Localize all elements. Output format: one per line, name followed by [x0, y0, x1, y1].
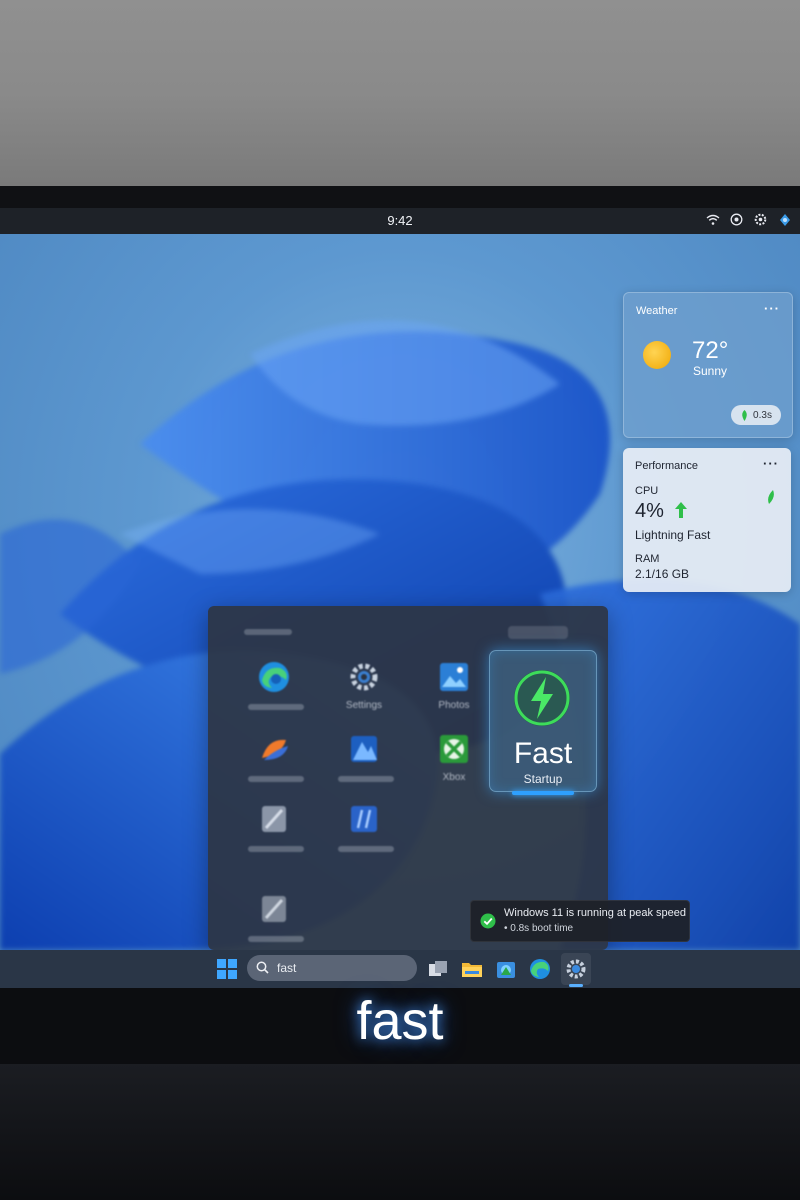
active-app-indicator — [569, 984, 583, 987]
toast-notification[interactable]: Windows 11 is running at peak speed • 0.… — [470, 900, 690, 942]
edge-icon[interactable] — [528, 957, 552, 981]
app-tile[interactable] — [234, 802, 306, 864]
toast-detail: • 0.8s boot time — [504, 923, 574, 934]
search-text: fast — [277, 961, 297, 975]
weather-title: Weather — [636, 305, 678, 317]
performance-title: Performance — [635, 460, 698, 472]
settings-gear-icon — [350, 663, 378, 691]
fast-tile-progress — [512, 791, 574, 795]
photos-icon — [440, 663, 468, 691]
caption-text: fast — [356, 991, 444, 1051]
leaf-icon — [768, 490, 774, 504]
app-tile-settings[interactable]: Settings — [324, 660, 396, 722]
weather-more-button[interactable]: ··· — [764, 301, 780, 316]
gear-icon[interactable] — [753, 212, 768, 227]
app-label-settings: Settings — [345, 700, 383, 711]
app-tile-xbox[interactable]: Xbox — [414, 732, 486, 794]
app-tile[interactable] — [234, 732, 306, 794]
app-label-placeholder — [248, 936, 304, 942]
app-label-placeholder — [248, 704, 304, 710]
search-icon — [256, 961, 269, 974]
notification-icon[interactable] — [777, 212, 792, 227]
ram-value: 2.1/16 GB — [635, 567, 690, 581]
lightning-bolt-icon — [514, 670, 570, 726]
ram-label: RAM — [635, 553, 660, 565]
app-tile[interactable] — [234, 892, 306, 954]
fast-tile-title: Fast — [513, 737, 573, 770]
weather-condition: Sunny — [693, 364, 728, 378]
app-icon — [351, 806, 377, 832]
performance-widget[interactable]: Performance ··· CPU 4% Lightning Fast RA… — [623, 448, 791, 592]
app-icon — [262, 896, 286, 922]
file-explorer-icon[interactable] — [460, 957, 484, 981]
taskbar: fast — [0, 950, 800, 988]
cpu-value: 4% — [635, 500, 664, 522]
app-icon — [262, 739, 288, 760]
xbox-icon — [440, 735, 468, 763]
weather-temperature: 72° — [692, 337, 729, 364]
weather-widget[interactable]: Weather ··· 72° Sunny 0.3s — [623, 292, 793, 438]
top-status-bar: 9:42 — [0, 208, 800, 234]
performance-more-button[interactable]: ··· — [763, 456, 779, 471]
app-label-placeholder — [248, 776, 304, 782]
sun-icon — [643, 341, 671, 369]
app-icon — [262, 806, 286, 832]
app-label-placeholder — [248, 846, 304, 852]
performance-status: Lightning Fast — [635, 528, 711, 542]
pinned-header — [244, 629, 292, 635]
system-tray — [705, 212, 792, 227]
task-view-icon[interactable] — [426, 957, 450, 981]
weather-badge-text: 0.3s — [753, 409, 772, 421]
clock: 9:42 — [387, 213, 413, 228]
arrow-up-icon — [675, 502, 687, 518]
app-label-xbox: Xbox — [442, 772, 466, 783]
store-icon[interactable] — [494, 957, 518, 981]
check-circle-icon — [480, 913, 496, 929]
wall-background — [0, 0, 800, 186]
edge-icon — [259, 662, 289, 692]
taskbar-search-box[interactable]: fast — [247, 955, 417, 981]
wifi-icon[interactable] — [705, 212, 720, 227]
cpu-label: CPU — [635, 485, 659, 497]
all-apps-button[interactable] — [508, 626, 568, 639]
settings-icon[interactable] — [729, 212, 744, 227]
settings-icon[interactable] — [564, 957, 588, 981]
fast-startup-tile[interactable]: Fast Startup — [489, 650, 597, 795]
windows-start-icon[interactable] — [217, 959, 237, 979]
app-label-placeholder — [338, 846, 394, 852]
app-label-photos: Photos — [438, 700, 470, 711]
leaf-icon — [742, 409, 747, 421]
app-tile-photos[interactable]: Photos — [414, 660, 486, 722]
fast-tile-subtitle: Startup — [523, 772, 563, 786]
desk-surface — [0, 1064, 800, 1200]
weather-load-badge: 0.3s — [731, 405, 781, 425]
app-icon — [351, 736, 377, 762]
app-label-placeholder — [338, 776, 394, 782]
app-tile-edge[interactable] — [234, 660, 306, 722]
toast-message: Windows 11 is running at peak speed — [504, 907, 687, 919]
app-tile[interactable] — [324, 732, 396, 794]
app-tile[interactable] — [324, 802, 396, 864]
